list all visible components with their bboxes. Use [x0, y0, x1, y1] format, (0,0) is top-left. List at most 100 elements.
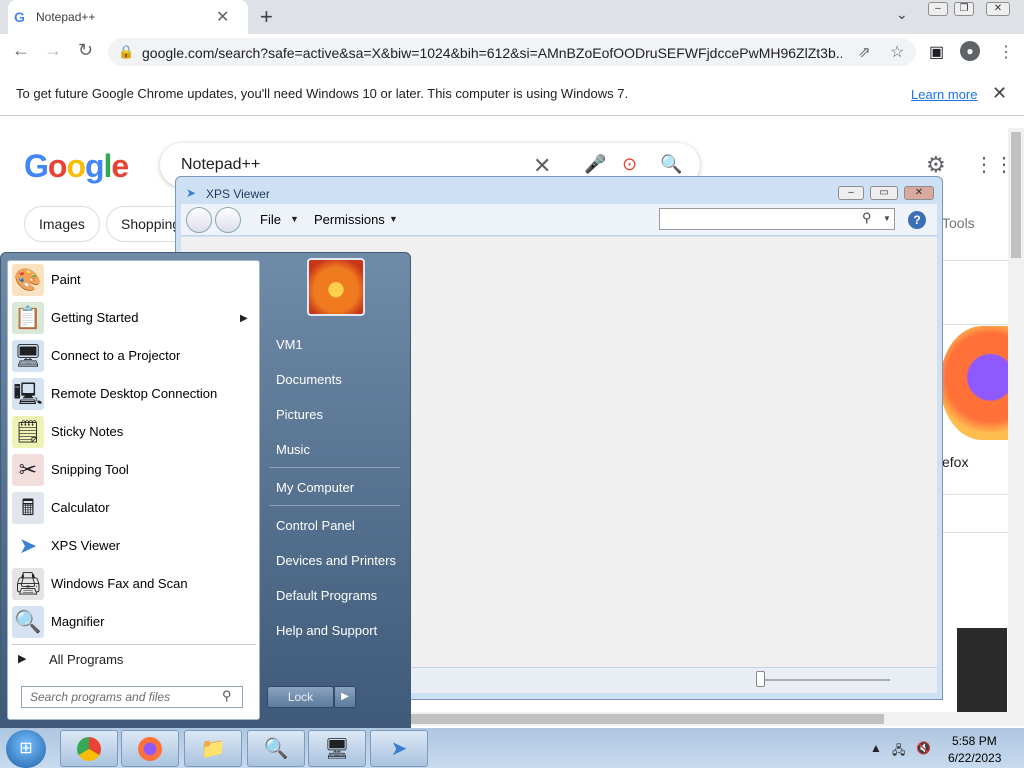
divider — [270, 505, 400, 506]
xps-close-button[interactable]: ✕ — [904, 186, 934, 200]
file-menu[interactable]: File — [260, 212, 281, 227]
calculator-icon: 🖩 — [12, 492, 44, 524]
getting-started-icon: 📋 — [12, 302, 44, 334]
share-icon[interactable]: ⇗ — [858, 43, 871, 61]
start-item-projector[interactable]: 🖥 Connect to a Projector — [12, 338, 256, 374]
restore-button[interactable]: ❐ — [954, 2, 974, 16]
taskbar-search-icon[interactable]: 🔍 — [247, 730, 305, 767]
start-item-magnifier[interactable]: 🔍 Magnifier — [12, 604, 256, 640]
chip-images[interactable]: Images — [24, 206, 100, 242]
google-logo[interactable]: Google — [24, 148, 129, 185]
forward-round-icon[interactable] — [215, 207, 241, 233]
start-right-control-panel[interactable]: Control Panel — [276, 518, 355, 533]
taskbar-control-panel-icon[interactable]: 🖥 — [308, 730, 366, 767]
xps-maximize-button[interactable]: ▭ — [870, 186, 898, 200]
divider — [12, 644, 256, 645]
close-window-button[interactable]: ✕ — [986, 2, 1010, 16]
chevron-down-icon: ▼ — [290, 214, 299, 224]
chevron-down-icon[interactable]: ▼ — [883, 214, 891, 223]
start-item-snipping-tool[interactable]: ✂ Snipping Tool — [12, 452, 256, 488]
divider — [940, 532, 1008, 533]
search-icon[interactable]: ⚲ — [862, 210, 872, 226]
start-item-fax-scan[interactable]: 🖨 Windows Fax and Scan — [12, 566, 256, 602]
reload-icon[interactable]: ↻ — [78, 40, 93, 61]
taskbar-explorer-icon[interactable]: 📁 — [184, 730, 242, 767]
profile-avatar-icon[interactable]: ● — [960, 41, 980, 61]
start-button[interactable]: ⊞ — [6, 730, 46, 768]
lock-icon[interactable]: 🔒 — [118, 44, 134, 60]
minimize-button[interactable]: – — [928, 2, 948, 16]
chevron-down-icon: ▼ — [389, 214, 398, 224]
start-item-calculator[interactable]: 🖩 Calculator — [12, 490, 256, 526]
menu-dots-icon[interactable]: ⋮ — [998, 42, 1014, 62]
start-right-vm1[interactable]: VM1 — [276, 337, 303, 352]
clock-time[interactable]: 5:58 PM — [952, 734, 997, 748]
tab-close-icon[interactable]: ✕ — [216, 7, 229, 27]
settings-gear-icon[interactable]: ⚙ — [926, 152, 946, 178]
url-text[interactable]: google.com/search?safe=active&sa=X&biw=1… — [142, 45, 842, 61]
tray-expand-icon[interactable]: ▲ — [870, 741, 882, 755]
bookmark-star-icon[interactable]: ☆ — [890, 42, 904, 62]
back-icon[interactable]: ← — [12, 40, 30, 61]
lens-icon[interactable]: ⊙ — [622, 154, 637, 175]
start-item-getting-started[interactable]: 📋 Getting Started — [12, 300, 256, 336]
infobar-close-icon[interactable]: ✕ — [992, 83, 1007, 104]
start-right-my-computer[interactable]: My Computer — [276, 480, 354, 495]
voice-search-icon[interactable]: 🎤 — [584, 154, 606, 175]
snipping-tool-icon: ✂ — [12, 454, 44, 486]
tools-button[interactable]: Tools — [942, 215, 975, 231]
zoom-slider-thumb[interactable] — [756, 671, 765, 687]
start-right-pictures[interactable]: Pictures — [276, 407, 323, 422]
start-right-default-programs[interactable]: Default Programs — [276, 588, 377, 603]
start-right-devices-printers[interactable]: Devices and Printers — [276, 553, 396, 568]
start-item-remote-desktop[interactable]: 🖳 Remote Desktop Connection — [12, 376, 256, 412]
infobar-message: To get future Google Chrome updates, you… — [16, 86, 629, 101]
start-item-paint[interactable]: 🎨 Paint — [12, 262, 256, 298]
vertical-scrollbar-thumb[interactable] — [1011, 132, 1021, 258]
divider — [270, 467, 400, 468]
search-icon[interactable]: ⚲ — [222, 688, 232, 704]
search-query[interactable]: Notepad++ — [181, 156, 260, 174]
lock-button[interactable]: Lock — [267, 686, 334, 708]
xps-minimize-button[interactable]: – — [838, 186, 864, 200]
back-round-icon[interactable] — [186, 207, 212, 233]
permissions-menu[interactable]: Permissions — [314, 212, 385, 227]
side-panel-icon[interactable]: ▣ — [929, 42, 944, 62]
submenu-arrow-icon[interactable]: ▶ — [240, 313, 248, 324]
all-programs-button[interactable]: All Programs — [49, 652, 123, 667]
magnifier-icon: 🔍 — [12, 606, 44, 638]
help-icon[interactable]: ? — [908, 211, 926, 229]
horizontal-scrollbar-thumb[interactable] — [400, 714, 884, 724]
start-item-xps-viewer[interactable]: ➤ XPS Viewer — [12, 528, 256, 564]
zoom-slider-track[interactable] — [760, 679, 890, 681]
volume-muted-icon[interactable]: 🔇 — [916, 741, 931, 755]
all-programs-arrow-icon[interactable]: ▶ — [18, 652, 26, 665]
sticky-notes-icon: 🗒 — [12, 416, 44, 448]
search-icon[interactable]: 🔍 — [660, 154, 682, 175]
user-picture[interactable] — [307, 258, 365, 316]
taskbar-xps-viewer-icon[interactable]: ➤ — [370, 730, 428, 767]
start-right-music[interactable]: Music — [276, 442, 310, 457]
start-right-help-support[interactable]: Help and Support — [276, 623, 377, 638]
firefox-result-text[interactable]: efox — [942, 454, 968, 470]
forward-icon[interactable]: → — [44, 40, 62, 61]
new-tab-button[interactable]: + — [260, 4, 273, 30]
divider — [940, 324, 1008, 325]
start-right-documents[interactable]: Documents — [276, 372, 342, 387]
xps-search-input[interactable] — [659, 208, 895, 230]
tab-title: Notepad++ — [36, 10, 96, 24]
divider — [940, 260, 1008, 261]
remote-desktop-icon: 🖳 — [12, 378, 44, 410]
start-search-placeholder[interactable]: Search programs and files — [30, 690, 170, 704]
start-item-sticky-notes[interactable]: 🗒 Sticky Notes — [12, 414, 256, 450]
learn-more-link[interactable]: Learn more — [911, 87, 977, 102]
paint-icon: 🎨 — [12, 264, 44, 296]
taskbar-firefox-icon[interactable] — [121, 730, 179, 767]
taskbar-chrome-icon[interactable] — [60, 730, 118, 767]
tab-search-icon[interactable]: ⌄ — [896, 6, 908, 23]
shutdown-options-arrow-icon[interactable]: ▶ — [334, 686, 356, 708]
notepad-thumbnail[interactable] — [957, 628, 1007, 712]
xps-viewer-icon: ➤ — [18, 533, 38, 558]
clock-date[interactable]: 6/22/2023 — [948, 751, 1001, 765]
network-icon[interactable]: 🖧 — [892, 741, 905, 762]
